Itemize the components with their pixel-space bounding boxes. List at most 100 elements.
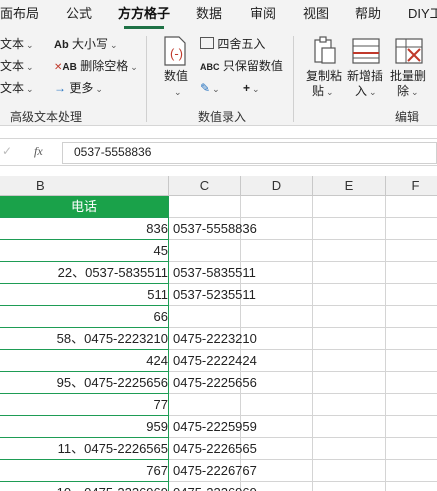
cell[interactable] (313, 482, 386, 491)
cell[interactable] (313, 328, 386, 350)
cell-c[interactable]: 0475-2226565 (169, 438, 257, 460)
column-header-d[interactable]: D (241, 176, 313, 196)
numeric-button[interactable]: 数值 (164, 68, 188, 84)
fx-icon[interactable]: fx (34, 144, 43, 159)
cell[interactable] (313, 240, 386, 262)
batch-delete-button-line2[interactable]: 除 ⌄ (397, 83, 419, 100)
cell[interactable] (386, 306, 437, 328)
confirm-icon[interactable]: ✓ (2, 144, 12, 158)
table-row: 电话 (0, 196, 437, 218)
cell[interactable] (386, 350, 437, 372)
keep-value-button[interactable]: ABC 只保留数值 (200, 58, 283, 75)
tab-data[interactable]: 数据 (196, 4, 222, 26)
cell-c[interactable]: 0475-2225656 (169, 372, 257, 394)
column-header-b[interactable]: B (0, 176, 169, 196)
cell-b[interactable]: 511 (0, 284, 169, 306)
case-button[interactable]: Ab 大小写 ⌄ (54, 36, 118, 53)
cell-c[interactable]: 0537-5235511 (169, 284, 256, 306)
cell[interactable] (241, 306, 313, 328)
cell-c[interactable] (169, 394, 241, 416)
tab-formulas[interactable]: 公式 (66, 4, 92, 26)
cell[interactable] (313, 460, 386, 482)
cell-c[interactable]: 0475-2225959 (169, 416, 257, 438)
cell-c[interactable]: 0475-2222424 (169, 350, 257, 372)
cell-c[interactable]: 0537-5558836 (169, 218, 257, 240)
text-dropdown-1[interactable]: 文本 ⌄ (0, 36, 34, 53)
tab-help[interactable]: 帮助 (355, 4, 381, 26)
cell-b[interactable]: 959 (0, 416, 169, 438)
cell-b[interactable]: 767 (0, 460, 169, 482)
text-dropdown-3[interactable]: 文本 ⌄ (0, 80, 34, 97)
cell-b[interactable]: 10、0475-2226969 (0, 482, 169, 491)
cell[interactable] (386, 460, 437, 482)
column-header-c[interactable]: C (169, 176, 241, 196)
cell[interactable] (386, 196, 437, 218)
cell-c[interactable]: 0537-5835511 (169, 262, 256, 284)
add-dropdown[interactable]: + ⌄ (243, 80, 260, 97)
cell[interactable] (313, 262, 386, 284)
cell[interactable] (313, 218, 386, 240)
insert-button[interactable]: 新增插 (347, 68, 383, 84)
cell[interactable] (313, 438, 386, 460)
edit-dropdown[interactable]: ✎ ⌄ (200, 80, 220, 97)
cell[interactable] (386, 240, 437, 262)
batch-delete-button[interactable]: 批量删 (390, 68, 426, 84)
tab-view[interactable]: 视图 (303, 4, 329, 26)
cell-b[interactable]: 66 (0, 306, 169, 328)
cell[interactable] (241, 196, 313, 218)
cell-b[interactable]: 11、0475-2226565 (0, 438, 169, 460)
cell-c[interactable]: 0475-2226767 (169, 460, 257, 482)
cell[interactable] (386, 438, 437, 460)
cell[interactable] (386, 416, 437, 438)
cell[interactable] (313, 350, 386, 372)
round-button[interactable]: 四舍五入 (200, 36, 265, 52)
cell[interactable] (386, 394, 437, 416)
chevron-down-icon: ⌄ (26, 84, 34, 94)
table-row: 836 0537-5558836 (0, 218, 437, 240)
cell-b[interactable]: 58、0475-2223210 (0, 328, 169, 350)
cell[interactable] (386, 218, 437, 240)
tab-fangfang-gezi[interactable]: 方方格子 (118, 4, 170, 26)
cell[interactable] (313, 416, 386, 438)
cell-b[interactable]: 45 (0, 240, 169, 262)
cell-c[interactable] (169, 306, 241, 328)
tab-diy-tools[interactable]: DIY工 (408, 4, 437, 26)
cell-c[interactable]: 0475-2226969 (169, 482, 257, 491)
tab-review[interactable]: 审阅 (250, 4, 276, 26)
clipboard-icon (310, 36, 340, 66)
cell-c[interactable] (169, 240, 241, 262)
tab-page-layout[interactable]: 面布局 (0, 4, 39, 26)
cell[interactable] (386, 328, 437, 350)
cell-b[interactable]: 424 (0, 350, 169, 372)
table-row: 66 (0, 306, 437, 328)
cell[interactable] (313, 372, 386, 394)
cell[interactable] (386, 372, 437, 394)
cell[interactable] (241, 240, 313, 262)
chevron-down-icon: ⌄ (95, 84, 103, 94)
cell[interactable] (241, 394, 313, 416)
cell[interactable] (169, 196, 241, 218)
text-dropdown-2[interactable]: 文本 ⌄ (0, 58, 34, 75)
chevron-down-icon: ⌄ (110, 40, 118, 50)
cell[interactable] (313, 394, 386, 416)
column-header-f[interactable]: F (386, 176, 437, 196)
header-cell-phone[interactable]: 电话 (0, 196, 169, 218)
more-button[interactable]: → 更多 ⌄ (54, 80, 103, 97)
cell[interactable] (386, 482, 437, 491)
cell-b[interactable]: 95、0475-2225656 (0, 372, 169, 394)
cell-b[interactable]: 836 (0, 218, 169, 240)
pencil-icon: ✎ (200, 81, 211, 95)
cell[interactable] (386, 284, 437, 306)
cell[interactable] (313, 196, 386, 218)
cell-b[interactable]: 77 (0, 394, 169, 416)
delete-space-button[interactable]: ✕AB 删除空格 ⌄ (54, 58, 138, 76)
column-header-e[interactable]: E (313, 176, 386, 196)
insert-button-line2[interactable]: 入 ⌄ (355, 83, 377, 100)
copy-paste-button[interactable]: 复制粘 (306, 68, 342, 84)
copy-paste-button-line2[interactable]: 贴 ⌄ (312, 83, 334, 100)
cell[interactable] (313, 284, 386, 306)
cell-b[interactable]: 22、0537-5835511 (0, 262, 169, 284)
cell[interactable] (386, 262, 437, 284)
cell-c[interactable]: 0475-2223210 (169, 328, 257, 350)
cell[interactable] (313, 306, 386, 328)
